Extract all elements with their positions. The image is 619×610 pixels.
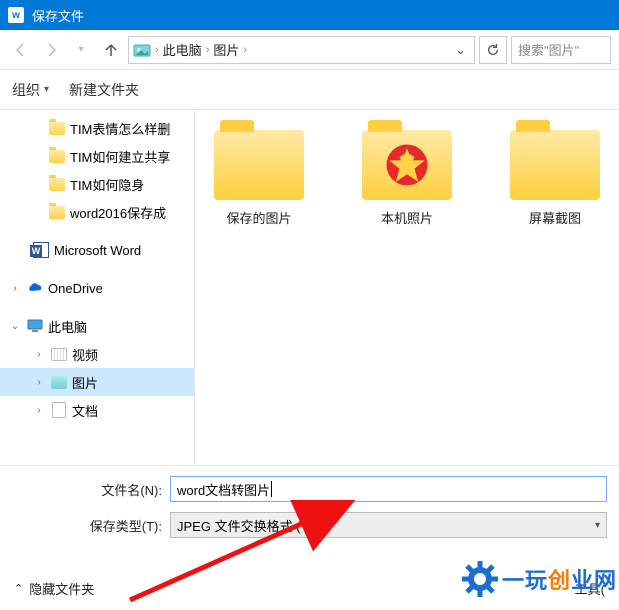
up-button[interactable] <box>98 37 124 63</box>
filetype-label: 保存类型(T): <box>12 516 162 535</box>
folder-icon <box>48 147 66 165</box>
chevron-right-icon: › <box>153 44 161 56</box>
back-button[interactable] <box>8 37 34 63</box>
pictures-location-icon <box>133 41 151 59</box>
chevron-right-icon: › <box>241 44 249 56</box>
expand-icon[interactable]: › <box>8 283 22 294</box>
forward-button[interactable] <box>38 37 64 63</box>
expand-icon[interactable]: › <box>32 377 46 388</box>
hide-folders-toggle[interactable]: ⌃ 隐藏文件夹 <box>14 579 94 598</box>
file-content-area[interactable]: 保存的图片 本机照片 屏幕截图 <box>195 110 619 465</box>
breadcrumb-current[interactable]: 图片 <box>213 40 239 59</box>
chevron-down-icon: ▾ <box>44 84 49 95</box>
search-placeholder: 搜索"图片" <box>518 40 579 59</box>
breadcrumb-dropdown-icon[interactable]: ⌄ <box>451 42 470 58</box>
word-icon <box>32 241 50 259</box>
save-fields: 文件名(N): word文档转图片 保存类型(T): JPEG 文件交换格式 (… <box>0 465 619 554</box>
chevron-down-icon: ▾ <box>595 520 600 531</box>
tree-label: 文档 <box>72 401 98 420</box>
tree-folder-item[interactable]: word2016保存成 <box>0 198 194 226</box>
organize-label: 组织 <box>12 80 40 100</box>
folder-icon <box>362 130 452 200</box>
chevron-up-icon: ⌃ <box>14 582 23 595</box>
tree-label: OneDrive <box>48 281 103 296</box>
onedrive-icon <box>26 279 44 297</box>
filetype-combo[interactable]: JPEG 文件交换格式 (*.jpg) ▾ <box>170 512 607 538</box>
tree-pictures-item[interactable]: › 图片 <box>0 368 194 396</box>
chevron-right-icon: › <box>204 44 212 56</box>
navigation-tree[interactable]: TIM表情怎么样删 TIM如何建立共享 TIM如何隐身 word2016保存成 … <box>0 110 195 465</box>
new-folder-label: 新建文件夹 <box>69 80 139 100</box>
new-folder-button[interactable]: 新建文件夹 <box>69 80 139 100</box>
folder-icon <box>48 203 66 221</box>
folder-tile[interactable]: 本机照片 <box>353 130 461 227</box>
word-app-icon: w <box>8 7 24 23</box>
tree-folder-item[interactable]: TIM表情怎么样删 <box>0 114 194 142</box>
tree-folder-item[interactable]: TIM如何建立共享 <box>0 142 194 170</box>
toolbar: 组织 ▾ 新建文件夹 <box>0 70 619 110</box>
tree-label: TIM表情怎么样删 <box>70 119 170 138</box>
organize-menu[interactable]: 组织 ▾ <box>12 80 49 100</box>
tree-videos-item[interactable]: › 视频 <box>0 340 194 368</box>
folder-icon <box>48 175 66 193</box>
tile-label: 保存的图片 <box>226 208 291 227</box>
expand-icon[interactable]: › <box>32 349 46 360</box>
filename-label: 文件名(N): <box>12 480 162 499</box>
filetype-value: JPEG 文件交换格式 (*.jpg) <box>177 516 331 535</box>
refresh-button[interactable] <box>479 36 507 64</box>
collapse-icon[interactable]: ⌄ <box>8 321 22 332</box>
documents-icon <box>50 401 68 419</box>
tile-label: 本机照片 <box>381 208 433 227</box>
tree-label: 此电脑 <box>48 317 87 336</box>
tree-label: Microsoft Word <box>54 243 141 258</box>
tree-thispc-item[interactable]: ⌄ 此电脑 <box>0 312 194 340</box>
tile-label: 屏幕截图 <box>529 208 581 227</box>
filename-value: word文档转图片 <box>177 480 270 499</box>
filename-input[interactable]: word文档转图片 <box>170 476 607 502</box>
search-input[interactable]: 搜索"图片" <box>511 36 611 64</box>
expand-icon[interactable]: › <box>32 405 46 416</box>
tree-label: 视频 <box>72 345 98 364</box>
breadcrumb[interactable]: › 此电脑 › 图片 › ⌄ <box>128 36 475 64</box>
tree-label: word2016保存成 <box>70 203 166 222</box>
tree-label: 图片 <box>72 373 98 392</box>
text-cursor <box>271 481 272 497</box>
title-bar: w 保存文件 <box>0 0 619 30</box>
folder-icon <box>48 119 66 137</box>
tree-label: TIM如何建立共享 <box>70 147 170 166</box>
bottom-bar: ⌃ 隐藏文件夹 工具( <box>0 567 619 609</box>
tree-documents-item[interactable]: › 文档 <box>0 396 194 424</box>
tree-label: TIM如何隐身 <box>70 175 144 194</box>
tree-word-item[interactable]: Microsoft Word <box>0 236 194 264</box>
folder-icon <box>214 130 304 200</box>
tree-onedrive-item[interactable]: › OneDrive <box>0 274 194 302</box>
navigation-row: ▾ › 此电脑 › 图片 › ⌄ 搜索"图片" <box>0 30 619 70</box>
breadcrumb-root[interactable]: 此电脑 <box>163 40 202 59</box>
computer-icon <box>26 317 44 335</box>
folder-icon <box>510 130 600 200</box>
main-area: TIM表情怎么样删 TIM如何建立共享 TIM如何隐身 word2016保存成 … <box>0 110 619 465</box>
star-badge-icon <box>362 130 452 200</box>
folder-tile[interactable]: 屏幕截图 <box>501 130 609 227</box>
folder-tile[interactable]: 保存的图片 <box>205 130 313 227</box>
videos-icon <box>50 345 68 363</box>
hide-folders-label: 隐藏文件夹 <box>29 579 94 598</box>
tree-folder-item[interactable]: TIM如何隐身 <box>0 170 194 198</box>
recent-locations-button[interactable]: ▾ <box>68 37 94 63</box>
window-title: 保存文件 <box>32 6 84 25</box>
tools-label[interactable]: 工具( <box>575 579 605 598</box>
pictures-icon <box>50 373 68 391</box>
